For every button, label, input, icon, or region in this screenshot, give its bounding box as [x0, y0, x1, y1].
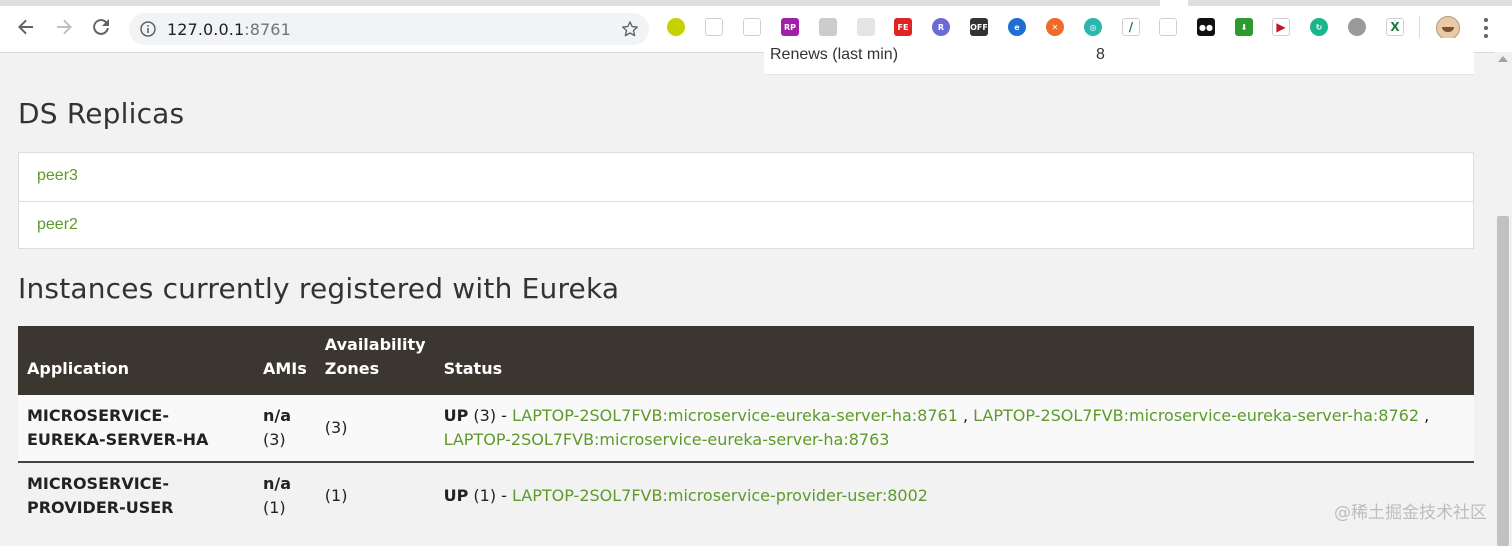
url-port: :8761 — [244, 20, 291, 39]
ext-web-icon[interactable]: ◎ — [1084, 18, 1102, 36]
ext-orange-icon[interactable]: ✕ — [1046, 18, 1064, 36]
tab-strip — [0, 0, 1160, 6]
table-row: MICROSERVICE-PROVIDER-USER n/a (1) (1) UP… — [18, 462, 1474, 529]
instances-heading: Instances currently registered with Eure… — [18, 272, 620, 305]
url-text: 127.0.0.1:8761 — [167, 20, 291, 39]
instance-link[interactable]: LAPTOP-2SOL7FVB:microservice-provider-us… — [512, 486, 928, 505]
forward-arrow-icon — [57, 19, 72, 35]
status-state: UP — [443, 486, 469, 505]
status-count: (3) - — [473, 406, 507, 425]
status-state: UP — [443, 406, 469, 425]
ext-green-circle-icon[interactable] — [667, 18, 685, 36]
ext-fe-icon[interactable]: FE — [894, 18, 912, 36]
instance-link[interactable]: LAPTOP-2SOL7FVB:microservice-eureka-serv… — [973, 406, 1419, 425]
replicas-heading: DS Replicas — [18, 97, 185, 130]
ext-tampermonkey-icon[interactable]: ●● — [1197, 18, 1215, 36]
ext-rp-icon[interactable]: RP — [781, 18, 799, 36]
url-host: 127.0.0.1 — [167, 20, 245, 39]
scroll-up-arrow-icon[interactable] — [1498, 56, 1508, 62]
replica-link-peer2[interactable]: peer2 — [19, 201, 1473, 249]
col-amis: AMIs — [254, 326, 316, 395]
chrome-menu-icon[interactable] — [1476, 18, 1496, 38]
instances-header-row: Application AMIs Availability Zones Stat… — [18, 326, 1474, 395]
vertical-scrollbar[interactable] — [1494, 52, 1512, 546]
zones-cell: (3) — [315, 395, 435, 463]
replica-link-peer3[interactable]: peer3 — [19, 153, 1473, 201]
ami-label: n/a — [263, 406, 292, 425]
watermark: @稀土掘金技术社区 — [1334, 503, 1487, 523]
ext-download-icon[interactable]: ⬇ — [1235, 18, 1253, 36]
ami-cell: n/a (3) — [254, 395, 316, 463]
forward-button[interactable] — [53, 16, 75, 38]
status-cell: UP (3) - LAPTOP-2SOL7FVB:microservice-eu… — [434, 395, 1474, 463]
status-count: (1) - — [473, 486, 507, 505]
ext-qr-icon[interactable] — [705, 18, 723, 36]
ext-folder-icon[interactable] — [819, 18, 837, 36]
status-cell: UP (1) - LAPTOP-2SOL7FVB:microservice-pr… — [434, 462, 1474, 529]
ami-count: (3) — [263, 430, 286, 449]
instance-link[interactable]: LAPTOP-2SOL7FVB:microservice-eureka-serv… — [444, 430, 890, 449]
ext-refresh-icon[interactable]: ↻ — [1310, 18, 1328, 36]
profile-avatar-icon[interactable] — [1436, 16, 1460, 40]
application-name: MICROSERVICE-EUREKA-SERVER-HA — [18, 395, 254, 463]
back-button[interactable] — [15, 16, 37, 38]
ext-gray-circle-icon[interactable] — [1348, 18, 1366, 36]
ami-cell: n/a (1) — [254, 462, 316, 529]
ami-label: n/a — [263, 474, 292, 493]
ext-excel-icon[interactable]: X — [1386, 18, 1404, 36]
ext-ie-icon[interactable]: e — [1008, 18, 1026, 36]
back-arrow-icon — [18, 19, 33, 35]
site-info-icon[interactable] — [140, 21, 156, 37]
col-application: Application — [18, 326, 254, 395]
ext-r-icon[interactable]: R — [932, 18, 950, 36]
ext-off-icon[interactable]: OFF — [970, 18, 988, 36]
col-zones: Availability Zones — [315, 326, 435, 395]
renews-row: Renews (last min) 8 — [764, 38, 1474, 75]
ami-count: (1) — [263, 498, 286, 517]
ext-grid-icon[interactable] — [857, 18, 875, 36]
reload-icon — [93, 19, 109, 35]
tab-strip-right — [1188, 0, 1512, 6]
application-name: MICROSERVICE-PROVIDER-USER — [18, 462, 254, 529]
address-bar[interactable]: 127.0.0.1:8761 — [129, 13, 649, 45]
ext-shield-icon[interactable] — [1159, 18, 1177, 36]
toolbar-separator — [1419, 16, 1420, 40]
reload-button[interactable] — [90, 16, 112, 38]
table-row: MICROSERVICE-EUREKA-SERVER-HA n/a (3) (3)… — [18, 395, 1474, 463]
renews-label: Renews (last min) — [770, 46, 899, 63]
zones-cell: (1) — [315, 462, 435, 529]
instances-table: Application AMIs Availability Zones Stat… — [18, 326, 1474, 529]
ext-tree-icon[interactable] — [743, 18, 761, 36]
bookmark-star-icon[interactable] — [621, 20, 639, 38]
renews-value: 8 — [1096, 46, 1105, 63]
col-status: Status — [434, 326, 1474, 395]
scrollbar-thumb[interactable] — [1497, 216, 1509, 546]
ext-slash-icon[interactable]: / — [1122, 18, 1140, 36]
replicas-list: peer3 peer2 — [18, 152, 1474, 249]
ext-video-icon[interactable]: ▶ — [1272, 18, 1290, 36]
instance-link[interactable]: LAPTOP-2SOL7FVB:microservice-eureka-serv… — [512, 406, 958, 425]
